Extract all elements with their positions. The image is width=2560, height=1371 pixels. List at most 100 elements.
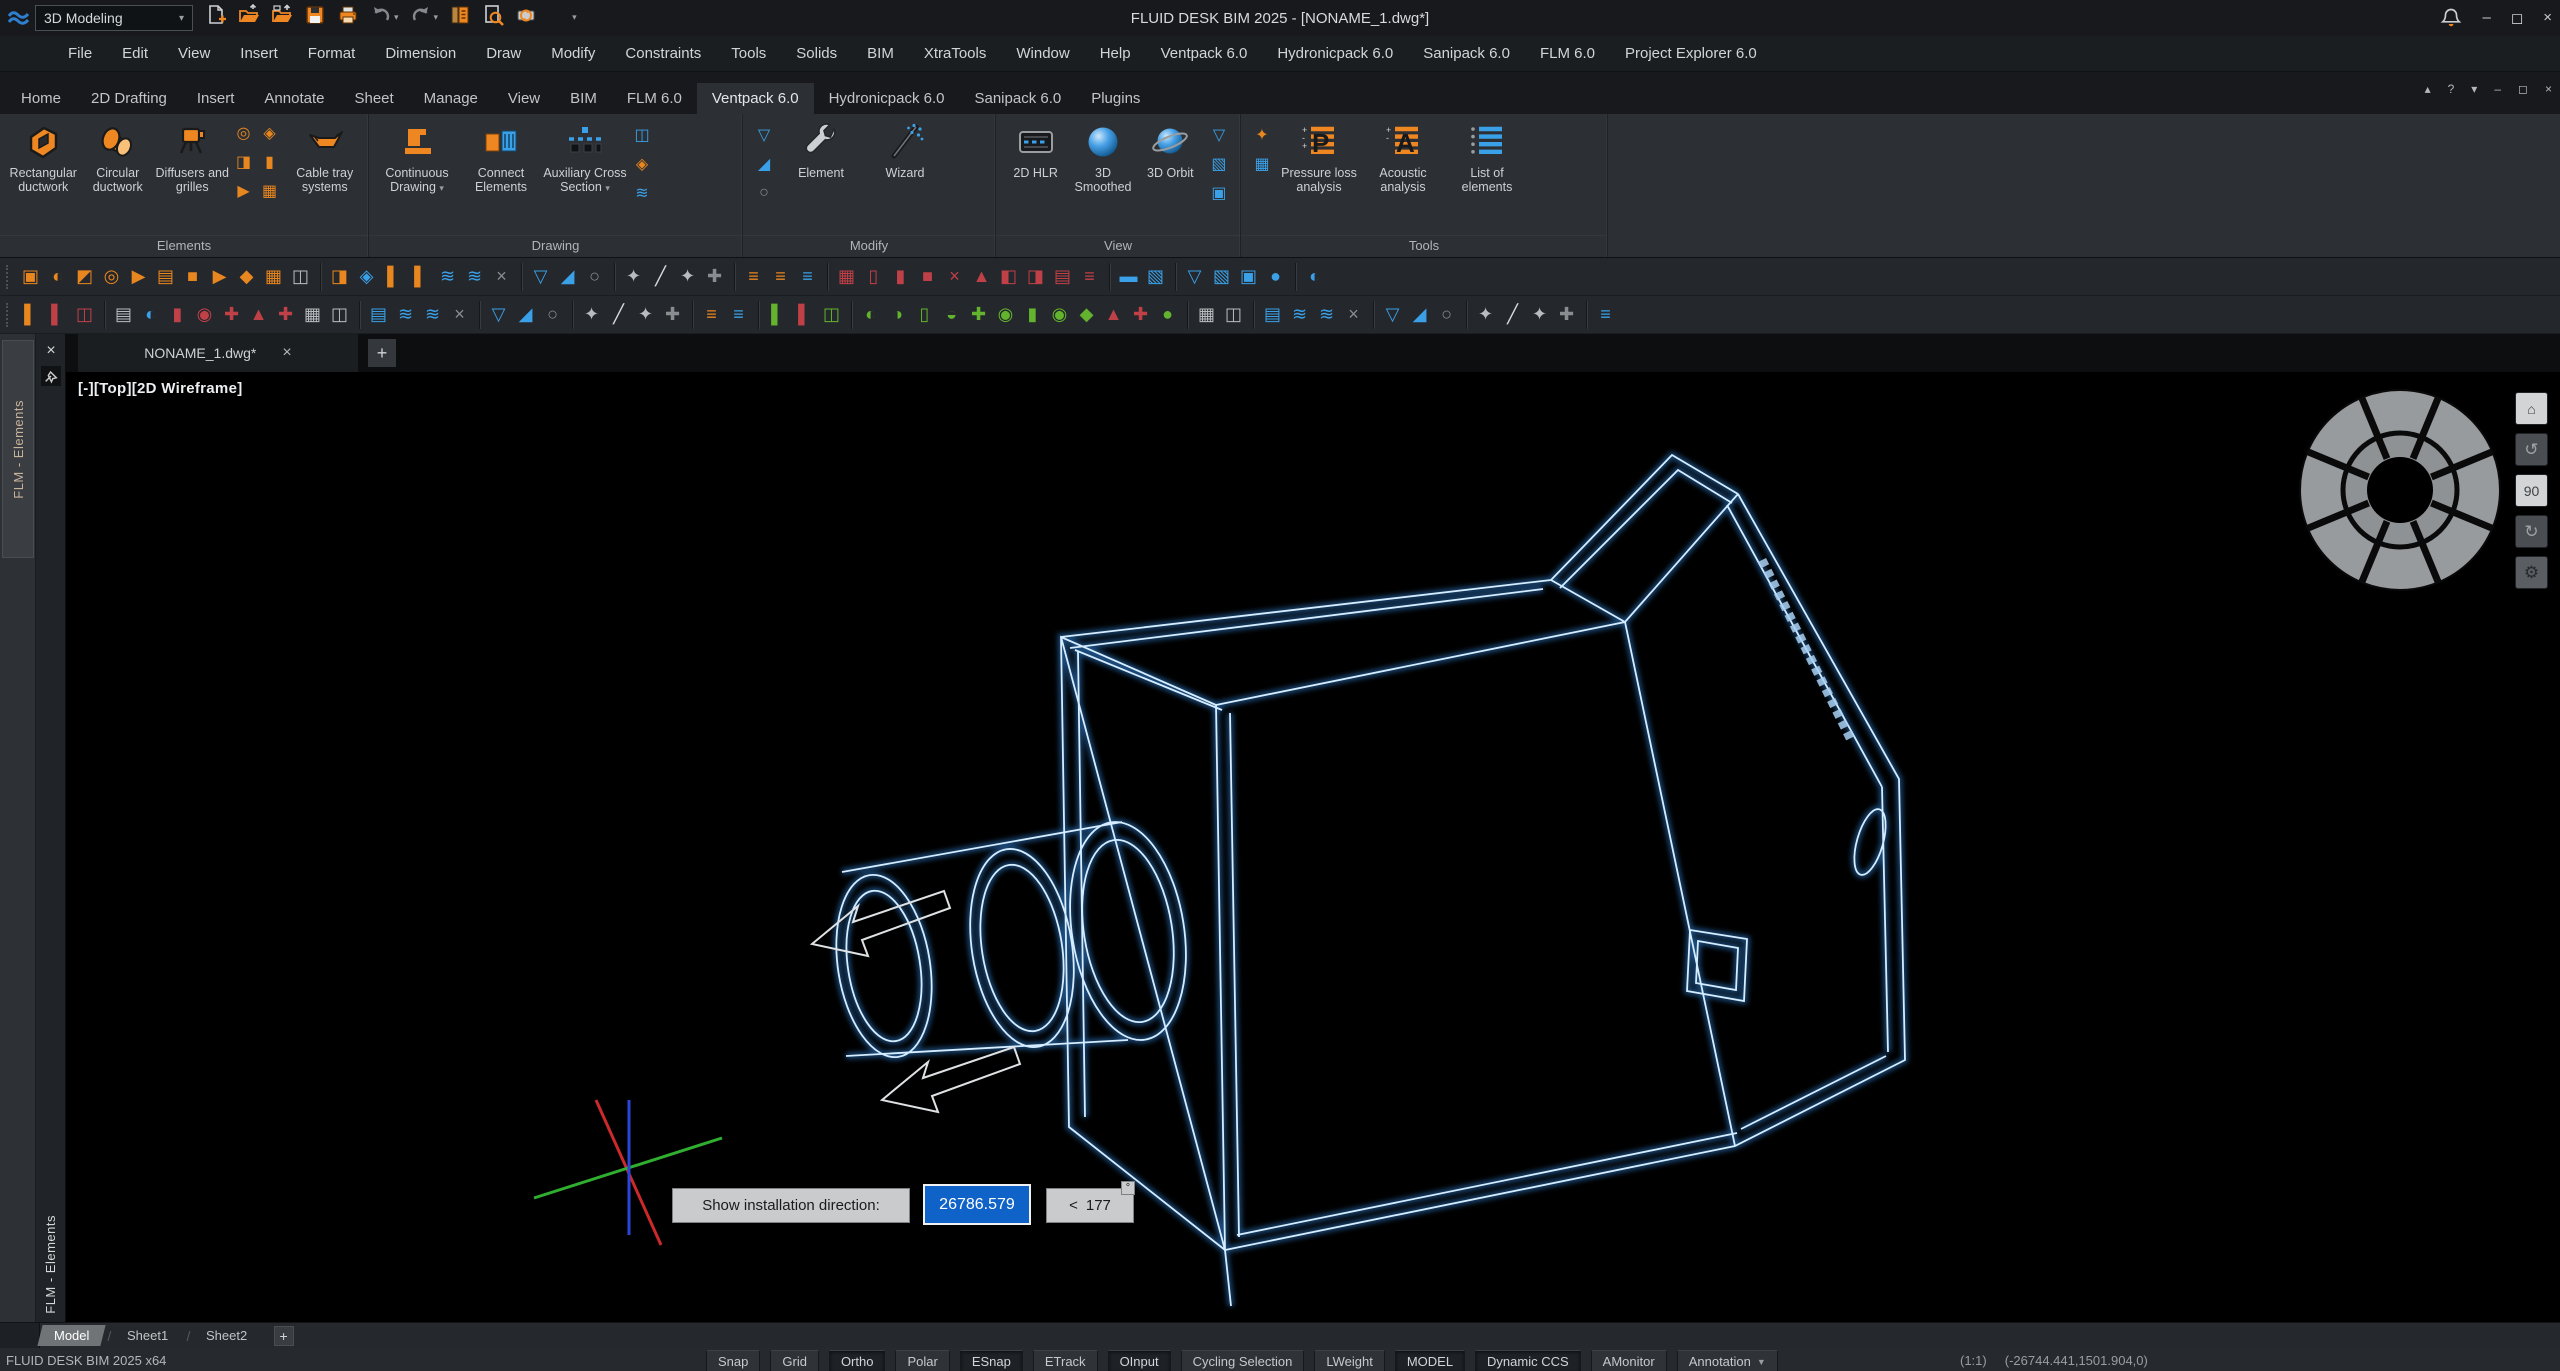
- toolbar-icon-27[interactable]: ✚: [701, 262, 728, 292]
- navwheel-home-icon[interactable]: ⌂: [2515, 392, 2548, 425]
- toolbar-icon-10[interactable]: ◫: [287, 262, 314, 292]
- toolbar-icon-47[interactable]: ▽: [1181, 262, 1208, 292]
- connect-elements-button[interactable]: Connect Elements: [459, 120, 543, 194]
- toolbar-icon-54[interactable]: ×: [1340, 300, 1367, 330]
- print-button[interactable]: [337, 4, 359, 26]
- small-tool-icon-1[interactable]: ▧: [1208, 153, 1230, 175]
- drawing-viewport[interactable]: [-][Top][2D Wireframe] Show installation…: [66, 372, 2560, 1322]
- customize-button[interactable]: ▾: [548, 4, 577, 26]
- openimport-button[interactable]: [271, 4, 293, 26]
- menu-file[interactable]: File: [68, 45, 92, 62]
- menu-project-explorer-6-0[interactable]: Project Explorer 6.0: [1625, 45, 1757, 62]
- menu-constraints[interactable]: Constraints: [625, 45, 701, 62]
- toolbar-icon-25[interactable]: ✦: [632, 300, 659, 330]
- toolbar-icon-30[interactable]: ≡: [767, 262, 794, 292]
- status-toggle-etrack[interactable]: ETrack: [1033, 1350, 1098, 1371]
- menu-xtratools[interactable]: XtraTools: [924, 45, 987, 62]
- small-tool-icon-1[interactable]: ◈: [631, 153, 653, 175]
- toolbar-icon-28[interactable]: ≡: [698, 300, 725, 330]
- menu-flm-6-0[interactable]: FLM 6.0: [1540, 45, 1595, 62]
- sheet-tab-sheet2[interactable]: Sheet2: [190, 1325, 264, 1346]
- wizard-button[interactable]: Wizard: [863, 120, 947, 180]
- toolbar-icon-16[interactable]: ≋: [419, 300, 446, 330]
- ribbon-tab-view[interactable]: View: [493, 83, 555, 114]
- toolbar-icon-39[interactable]: ◧: [995, 262, 1022, 292]
- status-toggle-dynamic-ccs[interactable]: Dynamic CCS: [1475, 1350, 1581, 1371]
- 3d-smoothed-button[interactable]: 3D Smoothed: [1069, 120, 1136, 194]
- toolbar-icon-38[interactable]: ▲: [968, 262, 995, 292]
- status-toggle-snap[interactable]: Snap: [706, 1350, 760, 1371]
- toolbar-icon-60[interactable]: ✦: [1472, 300, 1499, 330]
- ribbon-tab-sanipack-6-0[interactable]: Sanipack 6.0: [959, 83, 1076, 114]
- toolbar-icon-42[interactable]: ≡: [1076, 262, 1103, 292]
- status-toggle-grid[interactable]: Grid: [770, 1350, 819, 1371]
- menu-bim[interactable]: BIM: [867, 45, 894, 62]
- acoustic-analysis-button[interactable]: +-AAcoustic analysis: [1361, 120, 1445, 194]
- small-tool-icon-0[interactable]: ✦: [1251, 124, 1273, 146]
- toolbar-icon-42[interactable]: ◉: [1046, 300, 1073, 330]
- toolbar-icon-44[interactable]: ▬: [1115, 262, 1142, 292]
- open-button[interactable]: [238, 4, 260, 26]
- toolbar-icon-21[interactable]: ◢: [554, 262, 581, 292]
- ribbon-control-3[interactable]: –: [2494, 82, 2501, 96]
- toolbar-icon-9[interactable]: ▦: [260, 262, 287, 292]
- new-document-tab-button[interactable]: +: [368, 339, 396, 367]
- status-toggle-lweight[interactable]: LWeight: [1314, 1350, 1385, 1371]
- navigation-wheel[interactable]: [2290, 380, 2510, 600]
- menu-hydronicpack-6-0[interactable]: Hydronicpack 6.0: [1277, 45, 1393, 62]
- toolbar-icon-7[interactable]: ▶: [206, 262, 233, 292]
- toolbar-icon-23[interactable]: ✦: [578, 300, 605, 330]
- toolbar-icon-5[interactable]: ◐: [137, 300, 164, 330]
- ribbon-tab-2d-drafting[interactable]: 2D Drafting: [76, 83, 182, 114]
- small-tool-icon-2[interactable]: ▣: [1208, 182, 1230, 204]
- toolbar-icon-52[interactable]: ≋: [1286, 300, 1313, 330]
- toolbar-icon-49[interactable]: ◫: [1220, 300, 1247, 330]
- diffusers-and-grilles-button[interactable]: Diffusers and grilles: [155, 120, 230, 194]
- small-tool-icon-3[interactable]: ▮: [259, 151, 281, 173]
- toolbar-icon-56[interactable]: ▽: [1379, 300, 1406, 330]
- ribbon-tab-sheet[interactable]: Sheet: [339, 83, 408, 114]
- toolbar-icon-40[interactable]: ◨: [1022, 262, 1049, 292]
- ribbon-tab-annotate[interactable]: Annotate: [249, 83, 339, 114]
- menu-window[interactable]: Window: [1016, 45, 1069, 62]
- small-tool-icon-2[interactable]: ◨: [233, 151, 255, 173]
- toolbar-icon-63[interactable]: ✚: [1553, 300, 1580, 330]
- toolbar-icon-12[interactable]: ◫: [326, 300, 353, 330]
- ribbon-control-5[interactable]: ×: [2545, 82, 2552, 96]
- toolbar-icon-6[interactable]: ▮: [164, 300, 191, 330]
- toolbar-icon-37[interactable]: ×: [941, 262, 968, 292]
- sheet-tab-sheet1[interactable]: Sheet1: [111, 1325, 185, 1346]
- menu-solids[interactable]: Solids: [796, 45, 837, 62]
- toolbar-icon-31[interactable]: ≡: [794, 262, 821, 292]
- rectangular-ductwork-button[interactable]: Rectangular ductwork: [6, 120, 81, 194]
- small-tool-icon-0[interactable]: ▽: [753, 124, 775, 146]
- menu-sanipack-6-0[interactable]: Sanipack 6.0: [1423, 45, 1510, 62]
- toolbar-icon-33[interactable]: ◫: [818, 300, 845, 330]
- toolbar-icon-8[interactable]: ✚: [218, 300, 245, 330]
- toolbar-icon-4[interactable]: ▤: [110, 300, 137, 330]
- auxiliary-cross-section-button[interactable]: Auxiliary Cross Section ▾: [543, 120, 627, 195]
- toolbar-icon-0[interactable]: ▣: [17, 262, 44, 292]
- toolbar-icon-57[interactable]: ◢: [1406, 300, 1433, 330]
- ribbon-control-0[interactable]: ▴: [2425, 82, 2431, 96]
- toolbar-icon-52[interactable]: ◐: [1301, 262, 1328, 292]
- toolbar-icon-0[interactable]: ▌: [17, 300, 44, 330]
- toolbar-icon-24[interactable]: ✦: [620, 262, 647, 292]
- window-control-1[interactable]: ◻: [2511, 9, 2523, 27]
- toolbar-icon-34[interactable]: ▯: [860, 262, 887, 292]
- status-toggle-oinput[interactable]: OInput: [1108, 1350, 1171, 1371]
- toolbar-icon-26[interactable]: ✦: [674, 262, 701, 292]
- toolbar-icon-41[interactable]: ▮: [1019, 300, 1046, 330]
- status-toggle-ortho[interactable]: Ortho: [829, 1350, 886, 1371]
- panel-pin-icon[interactable]: [41, 366, 61, 386]
- toolbar-icon-2[interactable]: ◩: [71, 262, 98, 292]
- panel-close-button[interactable]: ×: [36, 338, 66, 364]
- panel-tab-flm-elements[interactable]: FLM - Elements: [2, 340, 34, 558]
- undo-button[interactable]: ▾: [370, 4, 399, 26]
- toolbar-icon-53[interactable]: ≋: [1313, 300, 1340, 330]
- drawingproperties-button[interactable]: [449, 4, 471, 26]
- ribbon-tab-flm-6-0[interactable]: FLM 6.0: [612, 83, 697, 114]
- toolbar-icon-14[interactable]: ▌: [380, 262, 407, 292]
- toolbar-icon-15[interactable]: ≋: [392, 300, 419, 330]
- menu-ventpack-6-0[interactable]: Ventpack 6.0: [1161, 45, 1248, 62]
